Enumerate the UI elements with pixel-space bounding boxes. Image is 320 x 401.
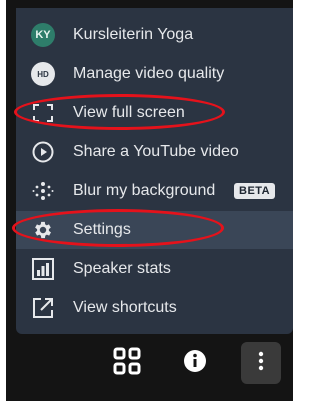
menu-item-label: Speaker stats (73, 260, 171, 277)
avatar: KY (31, 23, 55, 47)
fullscreen-icon (30, 101, 56, 125)
menu-item-label: Share a YouTube video (73, 143, 239, 160)
menu-item-video-quality[interactable]: HD Manage video quality (16, 55, 293, 93)
menu-item-blur-background[interactable]: Blur my background BETA (16, 172, 293, 210)
menu-item-fullscreen[interactable]: View full screen (16, 94, 293, 132)
more-vertical-icon (258, 351, 264, 376)
menu-item-label: View shortcuts (73, 299, 177, 316)
menu-item-settings[interactable]: Settings (16, 211, 293, 249)
menu-item-shortcuts[interactable]: View shortcuts (16, 289, 293, 327)
beta-badge: BETA (234, 183, 276, 199)
grid-icon (113, 347, 141, 380)
hd-icon: HD (31, 62, 55, 86)
more-options-button[interactable] (241, 342, 281, 384)
blur-icon (30, 179, 56, 203)
menu-item-label: Kursleiterin Yoga (73, 26, 194, 43)
overflow-menu: KY Kursleiterin Yoga HD Manage video qua… (16, 8, 293, 334)
menu-item-label: View full screen (73, 104, 185, 121)
info-icon (183, 349, 207, 378)
menu-item-share-youtube[interactable]: Share a YouTube video (16, 133, 293, 171)
menu-item-label: Blur my background (73, 182, 216, 199)
bar-chart-icon (30, 257, 56, 281)
menu-item-profile[interactable]: KY Kursleiterin Yoga (16, 16, 293, 54)
info-button[interactable] (175, 342, 215, 384)
grid-view-button[interactable] (107, 342, 147, 384)
play-icon (30, 140, 56, 164)
menu-item-speaker-stats[interactable]: Speaker stats (16, 250, 293, 288)
gear-icon (30, 218, 56, 242)
external-link-icon (30, 296, 56, 320)
menu-item-label: Manage video quality (73, 65, 225, 82)
menu-item-label: Settings (73, 221, 131, 238)
